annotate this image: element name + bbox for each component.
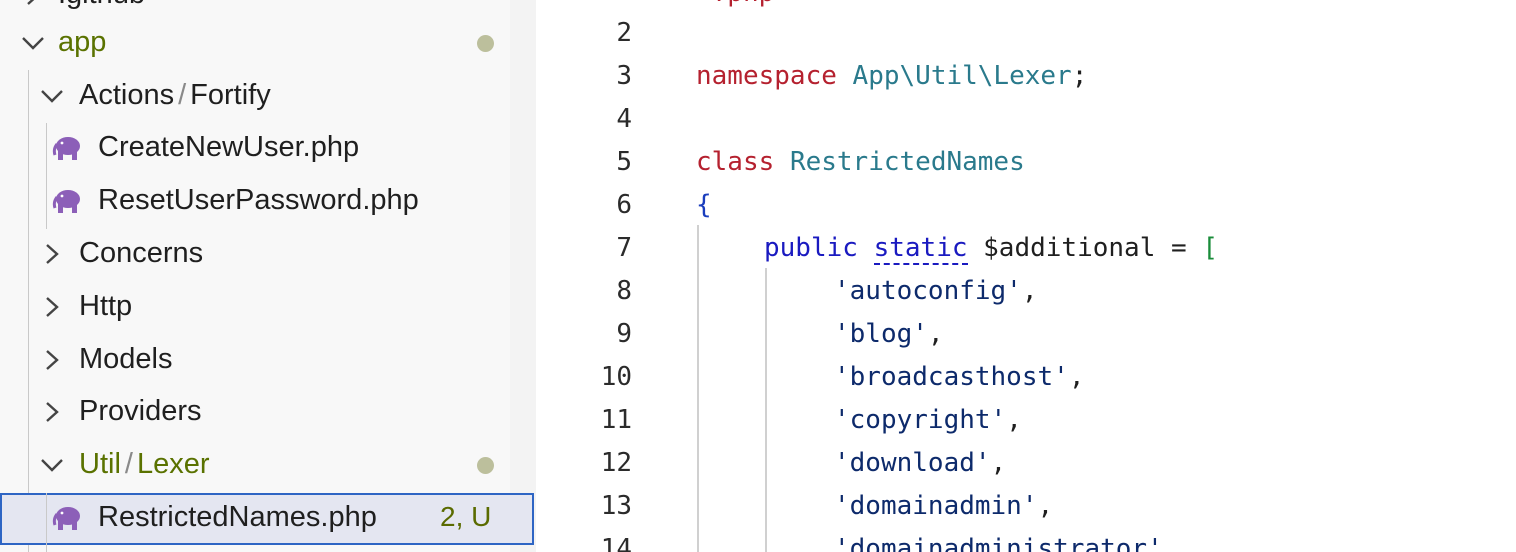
tree-item-label: Actions / Fortify [79, 79, 271, 111]
line-number: 11 [600, 405, 632, 435]
line-number: 6 [616, 190, 632, 220]
explorer-sidebar: .github app Actions/Fortify CreateNewUse… [0, 0, 510, 552]
git-modified-dot [477, 457, 494, 474]
tree-item-resetuserpassword[interactable]: ResetUserPassword.php [0, 176, 510, 228]
code-text: class RestrictedNames [696, 147, 1025, 177]
tree-item-util-lexer[interactable]: Util / Lexer [0, 440, 510, 492]
chevron-down-icon [41, 90, 63, 103]
git-modified-dot [477, 35, 494, 52]
code-text: public static $additional = [ [764, 233, 1218, 265]
line-number: 12 [600, 448, 632, 478]
tree-item-label: app [58, 26, 107, 58]
line-number: 4 [616, 104, 632, 134]
indent-guide [46, 545, 47, 552]
tree-item-label: Http [79, 290, 133, 322]
tree-item-label: CreateNewUser.php [98, 131, 360, 163]
code-text: 'broadcasthost', [834, 362, 1085, 392]
chevron-right-icon [46, 244, 59, 264]
code-editor[interactable]: <?php 2 3 namespace App\Util\Lexer; 4 5 … [536, 0, 1516, 552]
tree-item-actions-fortify[interactable]: Actions / Fortify [0, 71, 510, 123]
line-number: 2 [616, 18, 632, 48]
tree-item-app[interactable]: app [0, 18, 510, 70]
code-line: 8 'autoconfig', [536, 268, 1516, 311]
code-line: 14 'domainadministrator', [536, 526, 1516, 552]
code-line: 2 [536, 10, 1516, 53]
tree-item-label: ResetUserPassword.php [98, 184, 419, 216]
code-text: 'autoconfig', [834, 276, 1038, 306]
tree-item-http[interactable]: Http [0, 282, 510, 334]
code-text: namespace App\Util\Lexer; [696, 61, 1088, 91]
tree-item-label: Models [79, 343, 173, 375]
line-number: 10 [600, 362, 632, 392]
tree-item-concerns[interactable]: Concerns [0, 229, 510, 281]
chevron-down-icon [41, 459, 63, 472]
code-line: 6 { [536, 182, 1516, 225]
code-text: 'blog', [834, 319, 944, 349]
code-line: 4 [536, 96, 1516, 139]
code-text: 'copyright', [834, 405, 1022, 435]
tree-item-models[interactable]: Models [0, 335, 510, 387]
code-line: 5 class RestrictedNames [536, 139, 1516, 182]
tree-item-label: .github [58, 0, 145, 11]
line-number: 9 [616, 319, 632, 349]
chevron-right-icon [46, 297, 59, 317]
code-text: <?php [696, 0, 774, 8]
code-line: 3 namespace App\Util\Lexer; [536, 53, 1516, 96]
tree-item-createnewuser[interactable]: CreateNewUser.php [0, 123, 510, 175]
chevron-down-icon [22, 37, 44, 50]
code-text: 'domainadministrator', [834, 534, 1179, 552]
tree-item-label: Providers [79, 395, 202, 427]
tree-item-label: Util / Lexer [79, 448, 210, 480]
line-number: 5 [616, 147, 632, 177]
line-number: 8 [616, 276, 632, 306]
php-elephant-icon [52, 507, 80, 530]
php-elephant-icon [52, 137, 80, 160]
code-line: 12 'download', [536, 440, 1516, 483]
chevron-right-icon [46, 350, 59, 370]
code-line: 11 'copyright', [536, 397, 1516, 440]
problem-status-badge: 2, U [440, 501, 492, 532]
code-line: 9 'blog', [536, 311, 1516, 354]
code-line: 13 'domainadmin', [536, 483, 1516, 526]
code-line: 10 'broadcasthost', [536, 354, 1516, 397]
tree-item-providers[interactable]: Providers [0, 387, 510, 439]
chevron-right-icon [46, 402, 59, 422]
tree-item-label: Concerns [79, 237, 204, 269]
indent-guide [46, 493, 47, 545]
sidebar-sash[interactable] [510, 0, 536, 552]
tree-item-label: RestrictedNames.php [98, 501, 377, 533]
chevron-right-icon [27, 0, 35, 5]
line-number: 7 [616, 233, 632, 263]
tree-item-restrictednames[interactable]: RestrictedNames.php 2, U [0, 493, 534, 545]
code-text: 'download', [834, 448, 1007, 478]
code-text: { [696, 190, 712, 220]
line-number: 14 [600, 534, 632, 552]
php-elephant-icon [52, 190, 80, 213]
code-line: 7 public static $additional = [ [536, 225, 1516, 268]
line-number: 13 [600, 491, 632, 521]
code-text: 'domainadmin', [834, 491, 1054, 521]
line-number: 3 [616, 61, 632, 91]
